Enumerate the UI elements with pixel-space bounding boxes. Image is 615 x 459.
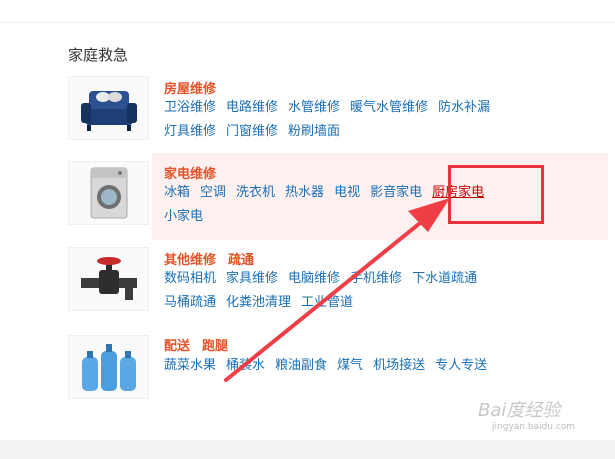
watermark-url: jingyan.baidu.com xyxy=(492,422,576,432)
watermark-logo: Bai度经验 jingyan.baidu.com xyxy=(478,396,575,432)
footer-band xyxy=(0,440,615,459)
watermark-brand: Bai度经验 xyxy=(478,400,561,421)
annotation-arrow xyxy=(224,198,450,382)
